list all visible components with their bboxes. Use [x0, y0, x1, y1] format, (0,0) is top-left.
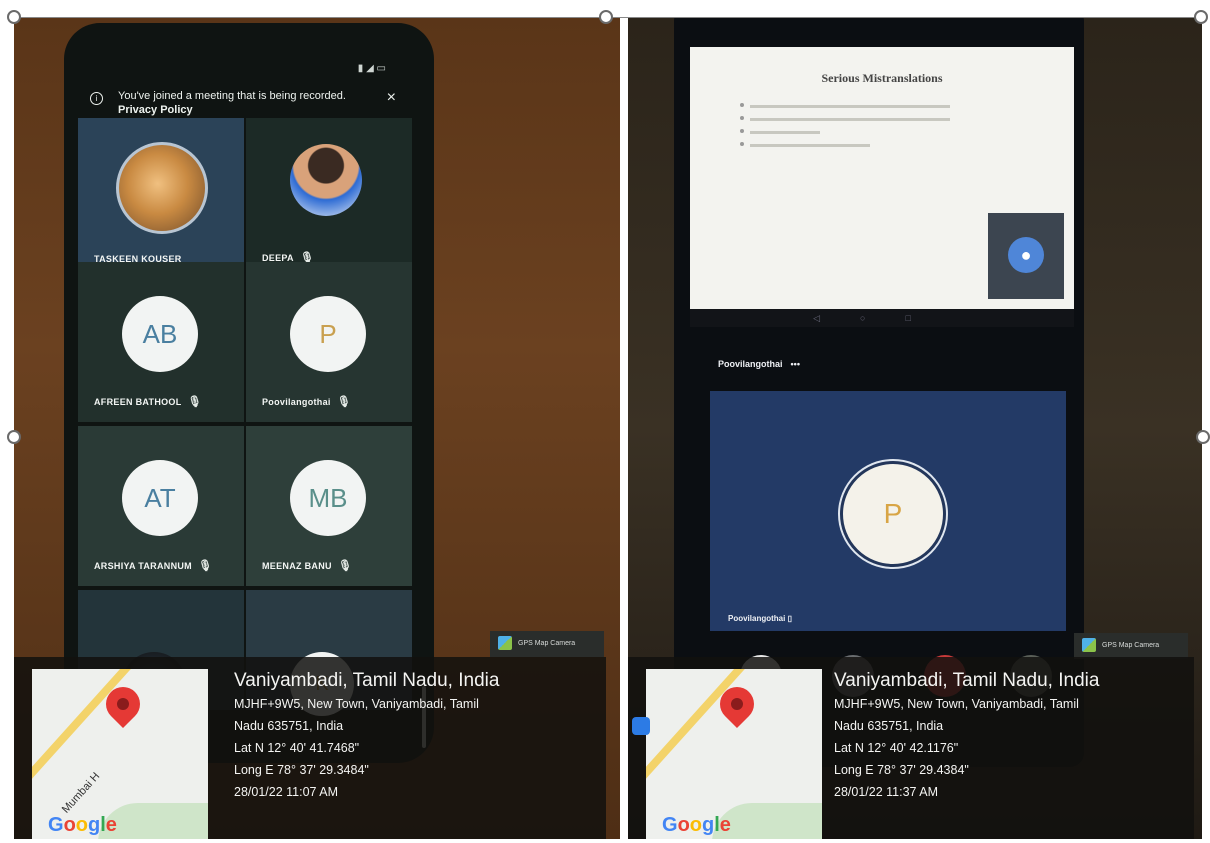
video-label: Poovilangothai	[728, 614, 786, 623]
participant-name: MEENAZ BANU	[262, 561, 332, 571]
avatar: AT	[122, 460, 198, 536]
map-thumbnail: Google	[646, 669, 822, 839]
avatar: MB	[290, 460, 366, 536]
phone-right: Serious Mistranslations ● ◁○□ Poovilango…	[674, 17, 1084, 767]
participant-name: ARSHIYA TARANNUM	[94, 561, 192, 571]
address-line-2: Nadu 635751, India	[834, 719, 944, 733]
status-bar: ▮ ◢ ▭	[357, 63, 386, 74]
mic-off-icon: 🎙	[187, 396, 202, 408]
left-photo: ▮ ◢ ▭ i You've joined a meeting that is …	[14, 17, 620, 839]
resize-handle-top-center[interactable]	[599, 10, 613, 24]
more-options-icon[interactable]: •••	[791, 359, 800, 369]
gps-details: Vaniyambadi, Tamil Nadu, India MJHF+9W5,…	[834, 669, 1099, 803]
participant-tile[interactable]: AT ARSHIYA TARANNUM 🎙	[78, 426, 244, 586]
presenter-name: Poovilangothai	[718, 359, 783, 369]
avatar	[290, 144, 362, 216]
gps-badge: GPS Map Camera	[490, 631, 604, 657]
longitude: Long E 78° 37' 29.4384"	[834, 763, 969, 777]
participant-tile[interactable]: DEEPA 🎙	[246, 118, 412, 278]
location-title: Vaniyambadi, Tamil Nadu, India	[234, 670, 500, 691]
gps-map-camera-icon	[1082, 638, 1096, 653]
banner-text: You've joined a meeting that is being re…	[118, 90, 346, 102]
self-view-tile[interactable]: ●	[988, 213, 1064, 299]
slide-bullets	[740, 95, 950, 157]
avatar	[116, 142, 208, 234]
map-thumbnail: Mumbai H Google	[32, 669, 208, 839]
avatar: P	[290, 296, 366, 372]
mic-off-icon: 🎙	[336, 396, 351, 408]
resize-handle-top-right[interactable]	[1194, 10, 1208, 24]
latitude: Lat N 12° 40' 41.7468"	[234, 741, 360, 755]
person-icon: ●	[1008, 237, 1044, 273]
mic-off-icon: 🎙	[337, 560, 353, 572]
avatar: AB	[122, 296, 198, 372]
gps-overlay: Mumbai H Google Vaniyambadi, Tamil Nadu,…	[14, 657, 606, 839]
resize-handle-top-left[interactable]	[7, 10, 21, 24]
road	[32, 669, 179, 795]
location-title: Vaniyambadi, Tamil Nadu, India	[834, 670, 1100, 691]
gps-badge: GPS Map Camera	[1074, 633, 1188, 659]
address-line-1: MJHF+9W5, New Town, Vaniyambadi, Tamil	[834, 697, 1079, 711]
phone-left: ▮ ◢ ▭ i You've joined a meeting that is …	[64, 23, 434, 763]
participant-tile[interactable]: MB MEENAZ BANU 🎙	[246, 426, 412, 586]
mic-icon: ▯	[787, 614, 792, 623]
participant-name: Poovilangothai	[262, 397, 331, 407]
google-logo: Google	[662, 814, 731, 836]
presenter-video-tile[interactable]: P Poovilangothai ▯	[710, 391, 1066, 631]
participant-tile[interactable]: AB AFREEN BATHOOL 🎙	[78, 262, 244, 422]
resize-handle-middle-right[interactable]	[1196, 430, 1210, 444]
address-line-1: MJHF+9W5, New Town, Vaniyambadi, Tamil	[234, 697, 479, 711]
gps-details: Vaniyambadi, Tamil Nadu, India MJHF+9W5,…	[234, 669, 499, 803]
info-icon: i	[90, 92, 103, 105]
road-label: Mumbai H	[59, 770, 103, 816]
mic-off-icon: 🎙	[197, 560, 213, 572]
right-photo: Serious Mistranslations ● ◁○□ Poovilango…	[628, 17, 1202, 839]
participant-name: AFREEN BATHOOL	[94, 397, 182, 407]
gps-overlay: Google Vaniyambadi, Tamil Nadu, India MJ…	[628, 657, 1194, 839]
transit-icon	[632, 717, 650, 735]
longitude: Long E 78° 37' 29.3484"	[234, 763, 369, 777]
datetime: 28/01/22 11:37 AM	[834, 785, 939, 799]
presentation-slide: Serious Mistranslations ●	[690, 47, 1074, 309]
android-nav-bar[interactable]: ◁○□	[690, 309, 1074, 327]
datetime: 28/01/22 11:07 AM	[234, 785, 339, 799]
privacy-policy-link[interactable]: Privacy Policy	[118, 104, 193, 116]
resize-handle-middle-left[interactable]	[7, 430, 21, 444]
address-line-2: Nadu 635751, India	[234, 719, 344, 733]
slide-title: Serious Mistranslations	[821, 71, 943, 85]
road	[646, 669, 793, 795]
gps-badge-label: GPS Map Camera	[1102, 642, 1160, 649]
gps-badge-label: GPS Map Camera	[518, 640, 576, 647]
google-logo: Google	[48, 814, 117, 836]
presenter-avatar: P	[840, 461, 946, 567]
latitude: Lat N 12° 40' 42.1176"	[834, 741, 959, 755]
gps-map-camera-icon	[498, 636, 512, 651]
participant-tile[interactable]: P Poovilangothai 🎙	[246, 262, 412, 422]
close-icon[interactable]: ×	[387, 90, 396, 106]
participant-tile[interactable]: TASKEEN KOUSER	[78, 118, 244, 278]
